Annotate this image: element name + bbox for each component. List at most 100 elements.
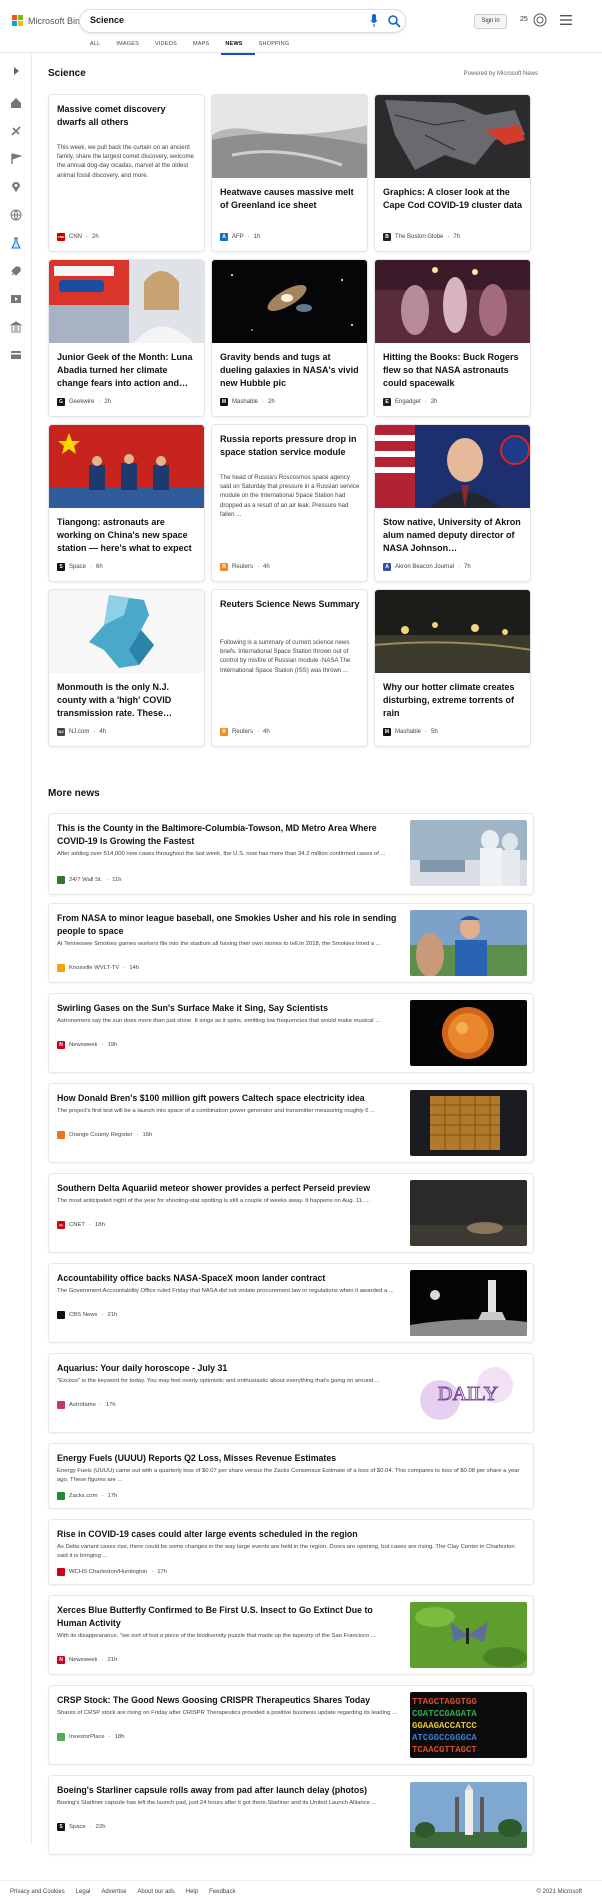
video-icon[interactable] [10,293,22,305]
news-list-item[interactable]: Boeing's Starliner capsule rolls away fr… [48,1775,534,1855]
rewards-medal-icon[interactable] [533,13,547,27]
expand-arrow-icon[interactable] [10,65,22,77]
rocket-icon[interactable] [10,265,22,277]
tab-news[interactable]: NEWS [221,41,255,55]
news-list-item[interactable]: This is the County in the Baltimore-Colu… [48,813,534,895]
sun-surface-image[interactable] [410,1000,527,1066]
news-card[interactable]: Stow native, University of Akron alum na… [374,424,531,582]
news-card[interactable]: Russia reports pressure drop in space st… [211,424,368,582]
advertise-link[interactable]: Advertise [101,1889,126,1895]
meteor-night-sky-image[interactable] [410,1180,527,1246]
search-box[interactable]: Science [80,10,405,32]
luna-abadia-photo[interactable] [49,260,205,343]
news-list-item[interactable]: Rise in COVID-19 cases could alter large… [48,1519,534,1585]
search-input[interactable]: Science [90,15,124,25]
card-title[interactable]: Gravity bends and tugs at dueling galaxi… [220,351,360,390]
help-link[interactable]: Help [186,1889,198,1895]
greenland-ice-image[interactable] [212,95,368,178]
card-title[interactable]: Hitting the Books: Buck Rogers flew so t… [383,351,523,390]
feedback-link[interactable]: Feedback [209,1889,235,1895]
item-title[interactable]: From NASA to minor league baseball, one … [57,912,402,938]
nj-covid-map-image[interactable] [49,590,205,673]
starliner-rocket-image[interactable] [410,1782,527,1848]
rewards-points[interactable]: 25 [520,16,528,23]
dna-sequence-image[interactable]: TTAGCTAGGTGG CGATCCGAGATA GGAAGACCATCC ATCG… [410,1692,527,1758]
bing-logo[interactable]: Microsoft Bing [12,15,85,26]
card-title[interactable]: Stow native, University of Akron alum na… [383,516,523,555]
news-card[interactable]: Graphics: A closer look at the Cape Cod … [374,94,531,252]
item-title[interactable]: This is the County in the Baltimore-Colu… [57,822,402,848]
card-title[interactable]: Tiangong: astronauts are working on Chin… [57,516,197,555]
news-list-item[interactable]: Accountability office backs NASA-SpaceX … [48,1263,534,1343]
news-card[interactable]: Monmouth is the only N.J. county with a … [48,589,205,747]
news-card[interactable]: Hitting the Books: Buck Rogers flew so t… [374,259,531,417]
cbs-logo-icon [57,1311,65,1319]
item-title[interactable]: Southern Delta Aquariid meteor shower pr… [57,1182,402,1195]
tab-videos[interactable]: VIDEOS [151,41,189,55]
bank-icon[interactable] [10,321,22,333]
item-title[interactable]: Swirling Gases on the Sun's Surface Make… [57,1002,402,1015]
news-list-item[interactable]: Aquarius: Your daily horoscope - July 31… [48,1353,534,1433]
tab-all[interactable]: ALL [86,41,112,55]
news-card[interactable]: Gravity bends and tugs at dueling galaxi… [211,259,368,417]
item-title[interactable]: Energy Fuels (UUUU) Reports Q2 Loss, Mis… [57,1452,527,1465]
science-icon[interactable] [10,237,22,249]
flag-icon[interactable] [10,153,22,165]
card-icon[interactable] [10,349,22,361]
sign-in-button[interactable]: Sign in [474,14,507,29]
news-list-item[interactable]: Southern Delta Aquariid meteor shower pr… [48,1173,534,1253]
legal-link[interactable]: Legal [76,1889,91,1895]
space-solar-panel-image[interactable] [410,1090,527,1156]
daily-horoscope-image[interactable]: DAILY [410,1360,527,1426]
blue-butterfly-image[interactable] [410,1602,527,1668]
card-title[interactable]: Heatwave causes massive melt of Greenlan… [220,186,360,212]
card-title[interactable]: Monmouth is the only N.J. county with a … [57,681,197,720]
item-title[interactable]: How Donald Bren's $100 million gift powe… [57,1092,402,1105]
item-title[interactable]: Xerces Blue Butterfly Confirmed to Be Fi… [57,1604,402,1630]
home-icon[interactable] [10,97,22,109]
card-title[interactable]: Russia reports pressure drop in space st… [220,433,360,459]
card-title[interactable]: Massive comet discovery dwarfs all other… [57,103,197,129]
microphone-icon[interactable] [370,14,378,27]
news-list-item[interactable]: Energy Fuels (UUUU) Reports Q2 Loss, Mis… [48,1443,534,1509]
tools-icon[interactable] [10,125,22,137]
buck-rogers-image[interactable] [375,260,531,343]
card-title[interactable]: Reuters Science News Summary [220,598,360,611]
tiangong-astronauts-image[interactable] [49,425,205,508]
globe-icon[interactable] [10,209,22,221]
news-card[interactable]: Junior Geek of the Month: Luna Abadia tu… [48,259,205,417]
tab-shopping[interactable]: SHOPPING [255,41,302,55]
privacy-link[interactable]: Privacy and Cookies [10,1889,65,1895]
menu-icon[interactable] [560,15,572,25]
news-card[interactable]: Massive comet discovery dwarfs all other… [48,94,205,252]
location-icon[interactable] [10,181,22,193]
card-title[interactable]: Junior Geek of the Month: Luna Abadia tu… [57,351,197,390]
item-title[interactable]: CRSP Stock: The Good News Goosing CRISPR… [57,1694,402,1707]
news-list-item[interactable]: How Donald Bren's $100 million gift powe… [48,1083,534,1163]
smokies-usher-image[interactable] [410,910,527,976]
news-list-item[interactable]: Swirling Gases on the Sun's Surface Make… [48,993,534,1073]
item-title[interactable]: Aquarius: Your daily horoscope - July 31 [57,1362,402,1375]
news-card[interactable]: Reuters Science News Summary Following i… [211,589,368,747]
news-list-item[interactable]: From NASA to minor league baseball, one … [48,903,534,983]
news-card[interactable]: Tiangong: astronauts are working on Chin… [48,424,205,582]
about-ads-link[interactable]: About our ads [137,1889,174,1895]
tab-images[interactable]: IMAGES [112,41,151,55]
news-list-item[interactable]: CRSP Stock: The Good News Goosing CRISPR… [48,1685,534,1765]
cape-cod-map-image[interactable] [375,95,531,178]
item-title[interactable]: Rise in COVID-19 cases could alter large… [57,1528,527,1541]
card-title[interactable]: Graphics: A closer look at the Cape Cod … [383,186,523,212]
galaxies-image[interactable] [212,260,368,343]
card-title[interactable]: Why our hotter climate creates disturbin… [383,681,523,720]
search-icon[interactable] [387,14,401,28]
tab-maps[interactable]: MAPS [189,41,221,55]
nasa-official-portrait[interactable] [375,425,531,508]
item-title[interactable]: Accountability office backs NASA-SpaceX … [57,1272,402,1285]
flooded-street-image[interactable] [375,590,531,673]
news-list-item[interactable]: Xerces Blue Butterfly Confirmed to Be Fi… [48,1595,534,1675]
news-card[interactable]: Why our hotter climate creates disturbin… [374,589,531,747]
item-title[interactable]: Boeing's Starliner capsule rolls away fr… [57,1784,402,1797]
moon-lander-image[interactable] [410,1270,527,1336]
hospital-workers-image[interactable] [410,820,527,886]
news-card[interactable]: Heatwave causes massive melt of Greenlan… [211,94,368,252]
